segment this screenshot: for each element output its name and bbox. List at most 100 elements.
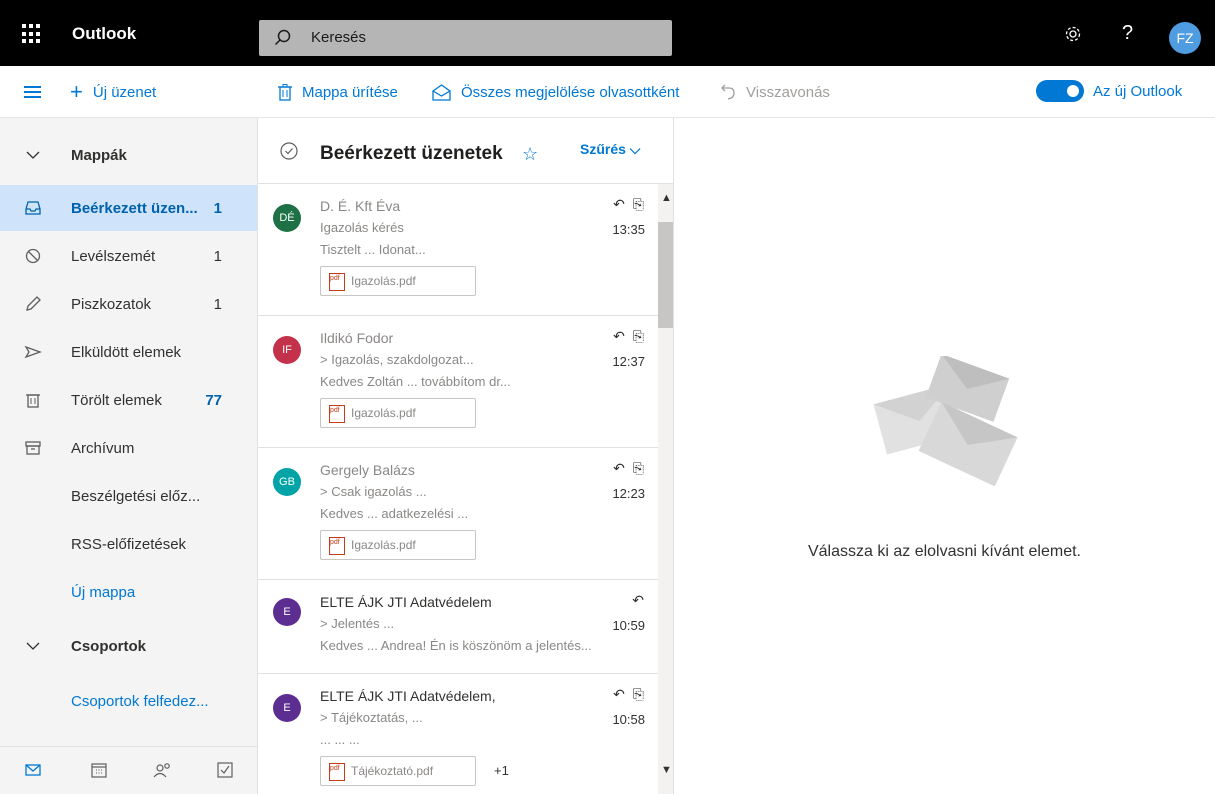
mark-all-read-label: Összes megjelölése olvasottként bbox=[461, 83, 680, 101]
search-icon bbox=[274, 29, 291, 46]
tasks-checkbox-icon[interactable] bbox=[216, 761, 234, 779]
app-launcher-icon[interactable] bbox=[22, 24, 42, 44]
folder-drafts-count: 1 bbox=[213, 295, 222, 313]
attachment-icon: ⎘ bbox=[632, 460, 644, 476]
undo-button[interactable]: Visszavonás bbox=[720, 80, 830, 104]
sender-avatar: IF bbox=[273, 336, 301, 364]
folder-conversation-history[interactable]: Beszélgetési előz... bbox=[0, 473, 257, 519]
favorite-star-icon[interactable]: ☆ bbox=[522, 144, 538, 165]
attachment-chip[interactable]: Igazolás.pdf bbox=[320, 530, 476, 560]
trash-icon bbox=[278, 83, 292, 101]
sender-avatar: E bbox=[273, 598, 301, 626]
attachment-name: Tájékoztató.pdf bbox=[351, 764, 434, 778]
folder-rss[interactable]: RSS-előfizetések bbox=[0, 521, 257, 567]
empty-reading-pane-text: Válassza ki az elolvasni kívánt elemet. bbox=[807, 543, 1081, 560]
message-time: 10:58 bbox=[612, 712, 645, 727]
toggle-knob bbox=[1067, 85, 1079, 97]
calendar-icon[interactable] bbox=[90, 761, 108, 779]
more-attachments-count[interactable]: +1 bbox=[494, 763, 509, 778]
attachment-chip[interactable]: Tájékoztató.pdf bbox=[320, 756, 476, 786]
command-bar: + Új üzenet Mappa ürítése Összes megjelö… bbox=[0, 66, 1215, 118]
folder-inbox[interactable]: Beérkezett üzen... 1 bbox=[0, 185, 257, 231]
select-all-circle-icon[interactable] bbox=[280, 142, 298, 160]
reading-pane: Válassza ki az elolvasni kívánt elemet. bbox=[674, 118, 1215, 794]
chevron-down-icon bbox=[26, 151, 40, 159]
message-status-icons: ↶ ⎘ bbox=[613, 196, 644, 213]
message-time: 13:35 bbox=[612, 222, 645, 237]
reply-icon: ↶ bbox=[613, 196, 625, 212]
folder-deleted[interactable]: Törölt elemek 77 bbox=[0, 377, 257, 423]
empty-folder-button[interactable]: Mappa ürítése bbox=[278, 80, 398, 104]
folder-archive[interactable]: Archívum bbox=[0, 425, 257, 471]
chevron-down-icon bbox=[26, 642, 40, 650]
new-message-button[interactable]: + Új üzenet bbox=[70, 80, 156, 104]
message-item[interactable]: IF Ildikó Fodor ↶ ⎘ > Igazolás, szakdolg… bbox=[258, 316, 658, 448]
folder-sent-label: Elküldött elemek bbox=[71, 343, 182, 361]
attachment-name: Igazolás.pdf bbox=[351, 406, 416, 420]
new-folder-label: Új mappa bbox=[71, 583, 136, 601]
groups-header-label: Csoportok bbox=[71, 637, 146, 655]
new-outlook-toggle[interactable]: Az új Outlook bbox=[1036, 80, 1182, 102]
folder-drafts-label: Piszkozatok bbox=[71, 295, 152, 313]
message-preview: ... ... ... bbox=[320, 732, 360, 747]
mark-all-read-button[interactable]: Összes megjelölése olvasottként bbox=[432, 80, 679, 104]
folder-junk[interactable]: Levélszemét 1 bbox=[0, 233, 257, 279]
message-time: 12:37 bbox=[612, 354, 645, 369]
people-icon[interactable] bbox=[153, 761, 173, 779]
discover-groups-link[interactable]: Csoportok felfedez... bbox=[0, 678, 257, 724]
reply-icon: ↶ bbox=[613, 686, 625, 702]
folders-header-label: Mappák bbox=[71, 146, 127, 164]
message-status-icons: ↶ ⎘ bbox=[613, 686, 644, 703]
folder-inbox-count: 1 bbox=[213, 199, 222, 217]
message-subject: > Igazolás, szakdolgozat... bbox=[320, 352, 474, 367]
empty-folder-label: Mappa ürítése bbox=[302, 83, 398, 101]
new-outlook-label: Az új Outlook bbox=[1093, 82, 1183, 100]
scroll-up-icon[interactable]: ▲ bbox=[661, 192, 672, 204]
folders-header[interactable]: Mappák bbox=[0, 132, 257, 178]
top-bar: Outlook Keresés ? FZ bbox=[0, 0, 1215, 66]
new-folder-link[interactable]: Új mappa bbox=[0, 569, 257, 615]
message-list: Beérkezett üzenetek ☆ Szűrés ⌵ DÉ D. É. … bbox=[258, 118, 674, 794]
message-status-icons: ↶ ⎘ bbox=[613, 460, 644, 477]
attachment-name: Igazolás.pdf bbox=[351, 274, 416, 288]
folder-deleted-count: 77 bbox=[205, 391, 222, 409]
attachment-icon: ⎘ bbox=[632, 196, 644, 212]
trash-icon bbox=[26, 394, 40, 408]
inbox-icon bbox=[25, 201, 41, 215]
folder-sent[interactable]: Elküldött elemek bbox=[0, 329, 257, 375]
settings-gear-icon[interactable] bbox=[1064, 25, 1082, 43]
pencil-icon bbox=[26, 296, 41, 311]
message-sender: Ildikó Fodor bbox=[320, 330, 394, 346]
plus-icon: + bbox=[70, 79, 83, 104]
message-item[interactable]: E ELTE ÁJK JTI Adatvédelem ↶ > Jelentés … bbox=[258, 580, 658, 674]
filter-button[interactable]: Szűrés ⌵ bbox=[580, 141, 640, 158]
attachment-chip[interactable]: Igazolás.pdf bbox=[320, 266, 476, 296]
search-box[interactable]: Keresés bbox=[259, 20, 672, 56]
groups-header[interactable]: Csoportok bbox=[0, 623, 257, 669]
hamburger-menu-icon[interactable] bbox=[24, 86, 41, 101]
message-preview: Tisztelt ... Idonat... bbox=[320, 242, 426, 257]
folder-conversation-history-label: Beszélgetési előz... bbox=[71, 487, 201, 505]
message-subject: > Jelentés ... bbox=[320, 616, 395, 631]
scrollbar-thumb[interactable] bbox=[658, 222, 673, 328]
message-status-icons: ↶ ⎘ bbox=[613, 328, 644, 345]
message-item[interactable]: E ELTE ÁJK JTI Adatvédelem, ↶ ⎘ > Tájéko… bbox=[258, 674, 658, 794]
attachment-chip[interactable]: Igazolás.pdf bbox=[320, 398, 476, 428]
search-placeholder: Keresés bbox=[311, 29, 367, 46]
scroll-down-icon[interactable]: ▼ bbox=[661, 764, 672, 776]
message-item[interactable]: GB Gergely Balázs ↶ ⎘ > Csak igazolás ..… bbox=[258, 448, 658, 580]
folder-drafts[interactable]: Piszkozatok 1 bbox=[0, 281, 257, 327]
pdf-icon bbox=[329, 537, 345, 555]
message-item[interactable]: DÉ D. É. Kft Éva ↶ ⎘ Igazolás kérés 13:3… bbox=[258, 184, 658, 316]
reply-icon: ↶ bbox=[613, 460, 625, 476]
mail-icon[interactable] bbox=[24, 761, 42, 779]
toggle-switch[interactable] bbox=[1036, 80, 1084, 102]
folder-junk-count: 1 bbox=[213, 247, 222, 265]
folder-title: Beérkezett üzenetek bbox=[320, 143, 503, 164]
user-avatar[interactable]: FZ bbox=[1169, 22, 1201, 54]
message-list-scrollbar[interactable]: ▲ ▼ bbox=[658, 184, 673, 794]
undo-label: Visszavonás bbox=[746, 83, 830, 101]
discover-groups-label: Csoportok felfedez... bbox=[71, 692, 209, 710]
app-title[interactable]: Outlook bbox=[72, 24, 136, 44]
help-icon[interactable]: ? bbox=[1122, 22, 1133, 45]
